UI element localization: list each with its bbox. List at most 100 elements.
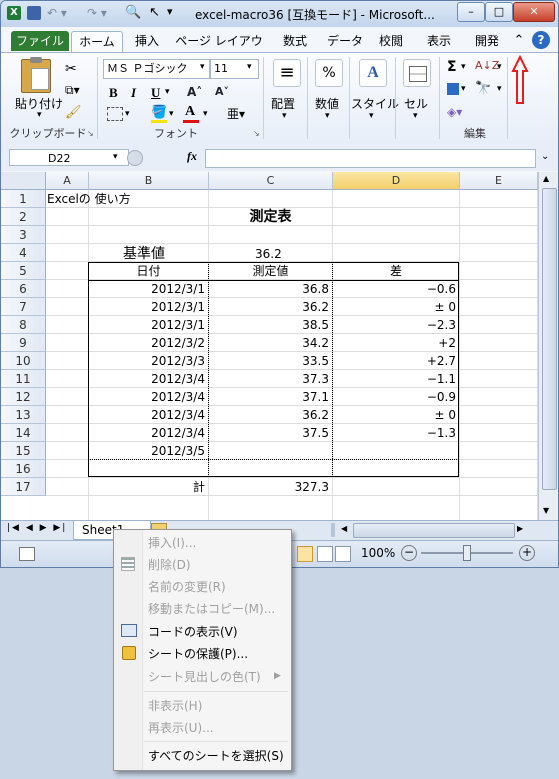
page-layout-view-icon[interactable] bbox=[317, 546, 333, 562]
borders-dropdown-icon[interactable]: ▾ bbox=[125, 109, 130, 119]
page-break-view-icon[interactable] bbox=[335, 546, 351, 562]
tab-insert[interactable]: 挿入 bbox=[127, 31, 167, 51]
styles-icon[interactable]: A bbox=[359, 59, 387, 87]
cell-base-value[interactable]: 36.2 bbox=[255, 245, 282, 263]
row-header[interactable]: 4 bbox=[1, 244, 46, 262]
find-dropdown-icon[interactable]: ▾ bbox=[497, 84, 502, 94]
cut-icon[interactable]: ✂ bbox=[65, 61, 77, 77]
row-header[interactable]: 3 bbox=[1, 226, 46, 244]
restore-button[interactable]: □ bbox=[485, 2, 513, 22]
tab-view[interactable]: 表示 bbox=[419, 31, 459, 51]
hscroll-right-icon[interactable]: ▶ bbox=[517, 524, 523, 533]
row-header[interactable]: 7 bbox=[1, 298, 46, 316]
cell-a1[interactable]: Excelの 使い方 bbox=[47, 190, 131, 208]
cell-value[interactable]: 36.2 bbox=[209, 298, 329, 316]
zoom-level[interactable]: 100% bbox=[361, 546, 395, 560]
cell-diff[interactable]: −2.3 bbox=[333, 316, 456, 334]
select-all-corner[interactable] bbox=[1, 172, 46, 190]
cell-date[interactable]: 2012/3/4 bbox=[89, 406, 205, 424]
cell-date[interactable]: 2012/3/1 bbox=[89, 298, 205, 316]
fill-icon[interactable] bbox=[447, 83, 459, 95]
cell-diff[interactable]: ± 0 bbox=[333, 298, 456, 316]
cell-diff[interactable]: +2 bbox=[333, 334, 456, 352]
formula-input[interactable] bbox=[205, 149, 536, 168]
row-header[interactable]: 15 bbox=[1, 442, 46, 460]
minimize-button[interactable]: – bbox=[457, 2, 485, 22]
borders-icon[interactable] bbox=[107, 107, 123, 121]
alignment-icon[interactable]: ≡ bbox=[273, 59, 301, 87]
close-button[interactable]: ✕ bbox=[513, 2, 555, 22]
zoom-out-icon[interactable]: − bbox=[401, 545, 417, 561]
font-launcher-icon[interactable]: ↘ bbox=[253, 129, 260, 138]
print-preview-icon[interactable]: 🔍 bbox=[125, 5, 141, 20]
cell-date[interactable]: 2012/3/1 bbox=[89, 280, 205, 298]
cell-value[interactable]: 36.2 bbox=[209, 406, 329, 424]
menu-item-move-copy[interactable]: 移動またはコピー(M)... bbox=[148, 599, 275, 619]
cell-value[interactable]: 36.8 bbox=[209, 280, 329, 298]
row-header[interactable]: 6 bbox=[1, 280, 46, 298]
shrink-font-button[interactable]: A˅ bbox=[215, 85, 229, 98]
cell-total-label[interactable]: 計 bbox=[89, 478, 205, 496]
row-header[interactable]: 1 bbox=[1, 190, 46, 208]
font-name-select[interactable]: ＭＳ Ｐゴシック bbox=[103, 59, 210, 79]
cell-date[interactable]: 2012/3/4 bbox=[89, 388, 205, 406]
autosum-dropdown-icon[interactable]: ▾ bbox=[461, 62, 466, 72]
cell-header-date[interactable]: 日付 bbox=[89, 262, 208, 280]
alignment-button[interactable]: 配置 bbox=[271, 95, 295, 112]
scroll-thumb[interactable] bbox=[542, 188, 557, 490]
cell-base-label[interactable]: 基準値 bbox=[123, 245, 165, 263]
cell-value[interactable]: 38.5 bbox=[209, 316, 329, 334]
cell-value[interactable]: 33.5 bbox=[209, 352, 329, 370]
customize-qat-icon[interactable]: ▾ bbox=[167, 5, 173, 18]
insert-function-icon[interactable]: fx bbox=[187, 149, 197, 164]
cell-value[interactable]: 37.1 bbox=[209, 388, 329, 406]
sheet-nav-icon[interactable]: |◀ ◀ ▶ ▶| bbox=[7, 523, 67, 533]
autosum-icon[interactable]: Σ bbox=[447, 59, 457, 75]
col-header-b[interactable]: B bbox=[89, 172, 209, 190]
cells-icon[interactable] bbox=[403, 59, 431, 87]
cell-value[interactable]: 37.3 bbox=[209, 370, 329, 388]
number-dropdown-icon[interactable]: ▾ bbox=[325, 111, 330, 121]
formula-divider-handle[interactable] bbox=[127, 150, 143, 166]
styles-button[interactable]: スタイル bbox=[351, 95, 399, 112]
scroll-up-icon[interactable]: ▲ bbox=[543, 174, 549, 183]
find-select-icon[interactable]: 🔭 bbox=[475, 81, 491, 96]
zoom-slider-thumb[interactable] bbox=[463, 545, 471, 561]
hscroll-left-icon[interactable]: ◀ bbox=[341, 524, 347, 533]
name-box[interactable]: D22 bbox=[9, 149, 129, 166]
clipboard-launcher-icon[interactable]: ↘ bbox=[87, 129, 94, 138]
vertical-scrollbar[interactable]: ▲ ▼ bbox=[538, 172, 558, 520]
cell-title[interactable]: 測定表 bbox=[209, 208, 332, 226]
pointer-icon[interactable]: ↖ bbox=[149, 5, 160, 20]
cell-diff[interactable]: −1.3 bbox=[333, 424, 456, 442]
tab-formulas[interactable]: 数式 bbox=[275, 31, 315, 51]
paste-icon[interactable] bbox=[21, 57, 51, 93]
save-icon[interactable] bbox=[27, 6, 41, 20]
menu-item-delete[interactable]: 削除(D) bbox=[148, 555, 191, 575]
menu-item-rename[interactable]: 名前の変更(R) bbox=[148, 577, 226, 597]
row-header[interactable]: 16 bbox=[1, 460, 46, 478]
row-header[interactable]: 2 bbox=[1, 208, 46, 226]
row-header[interactable]: 9 bbox=[1, 334, 46, 352]
phonetic-icon[interactable]: 亜▾ bbox=[227, 105, 245, 122]
alignment-dropdown-icon[interactable]: ▾ bbox=[282, 111, 287, 121]
paste-dropdown-icon[interactable]: ▾ bbox=[37, 110, 42, 120]
cell-diff[interactable]: ± 0 bbox=[333, 406, 456, 424]
scroll-down-icon[interactable]: ▼ bbox=[543, 506, 549, 515]
cell-value[interactable]: 34.2 bbox=[209, 334, 329, 352]
sort-dropdown-icon[interactable]: ▾ bbox=[497, 62, 502, 72]
cell-date[interactable]: 2012/3/3 bbox=[89, 352, 205, 370]
clear-icon[interactable]: ◈▾ bbox=[447, 105, 462, 119]
font-color-icon[interactable]: A bbox=[185, 104, 195, 120]
font-size-dropdown-icon[interactable]: ▾ bbox=[247, 62, 252, 72]
menu-item-protect-sheet[interactable]: シートの保護(P)... bbox=[148, 644, 248, 664]
undo-icon[interactable]: ↶ ▾ bbox=[47, 6, 67, 20]
number-button[interactable]: 数値 bbox=[315, 95, 339, 112]
cell-value[interactable]: 37.5 bbox=[209, 424, 329, 442]
menu-item-hide[interactable]: 非表示(H) bbox=[148, 696, 202, 716]
menu-item-unhide[interactable]: 再表示(U)... bbox=[148, 718, 214, 738]
cell-date[interactable]: 2012/3/2 bbox=[89, 334, 205, 352]
underline-button[interactable]: U bbox=[151, 85, 160, 101]
font-name-dropdown-icon[interactable]: ▾ bbox=[200, 62, 205, 72]
cell-date[interactable]: 2012/3/4 bbox=[89, 424, 205, 442]
